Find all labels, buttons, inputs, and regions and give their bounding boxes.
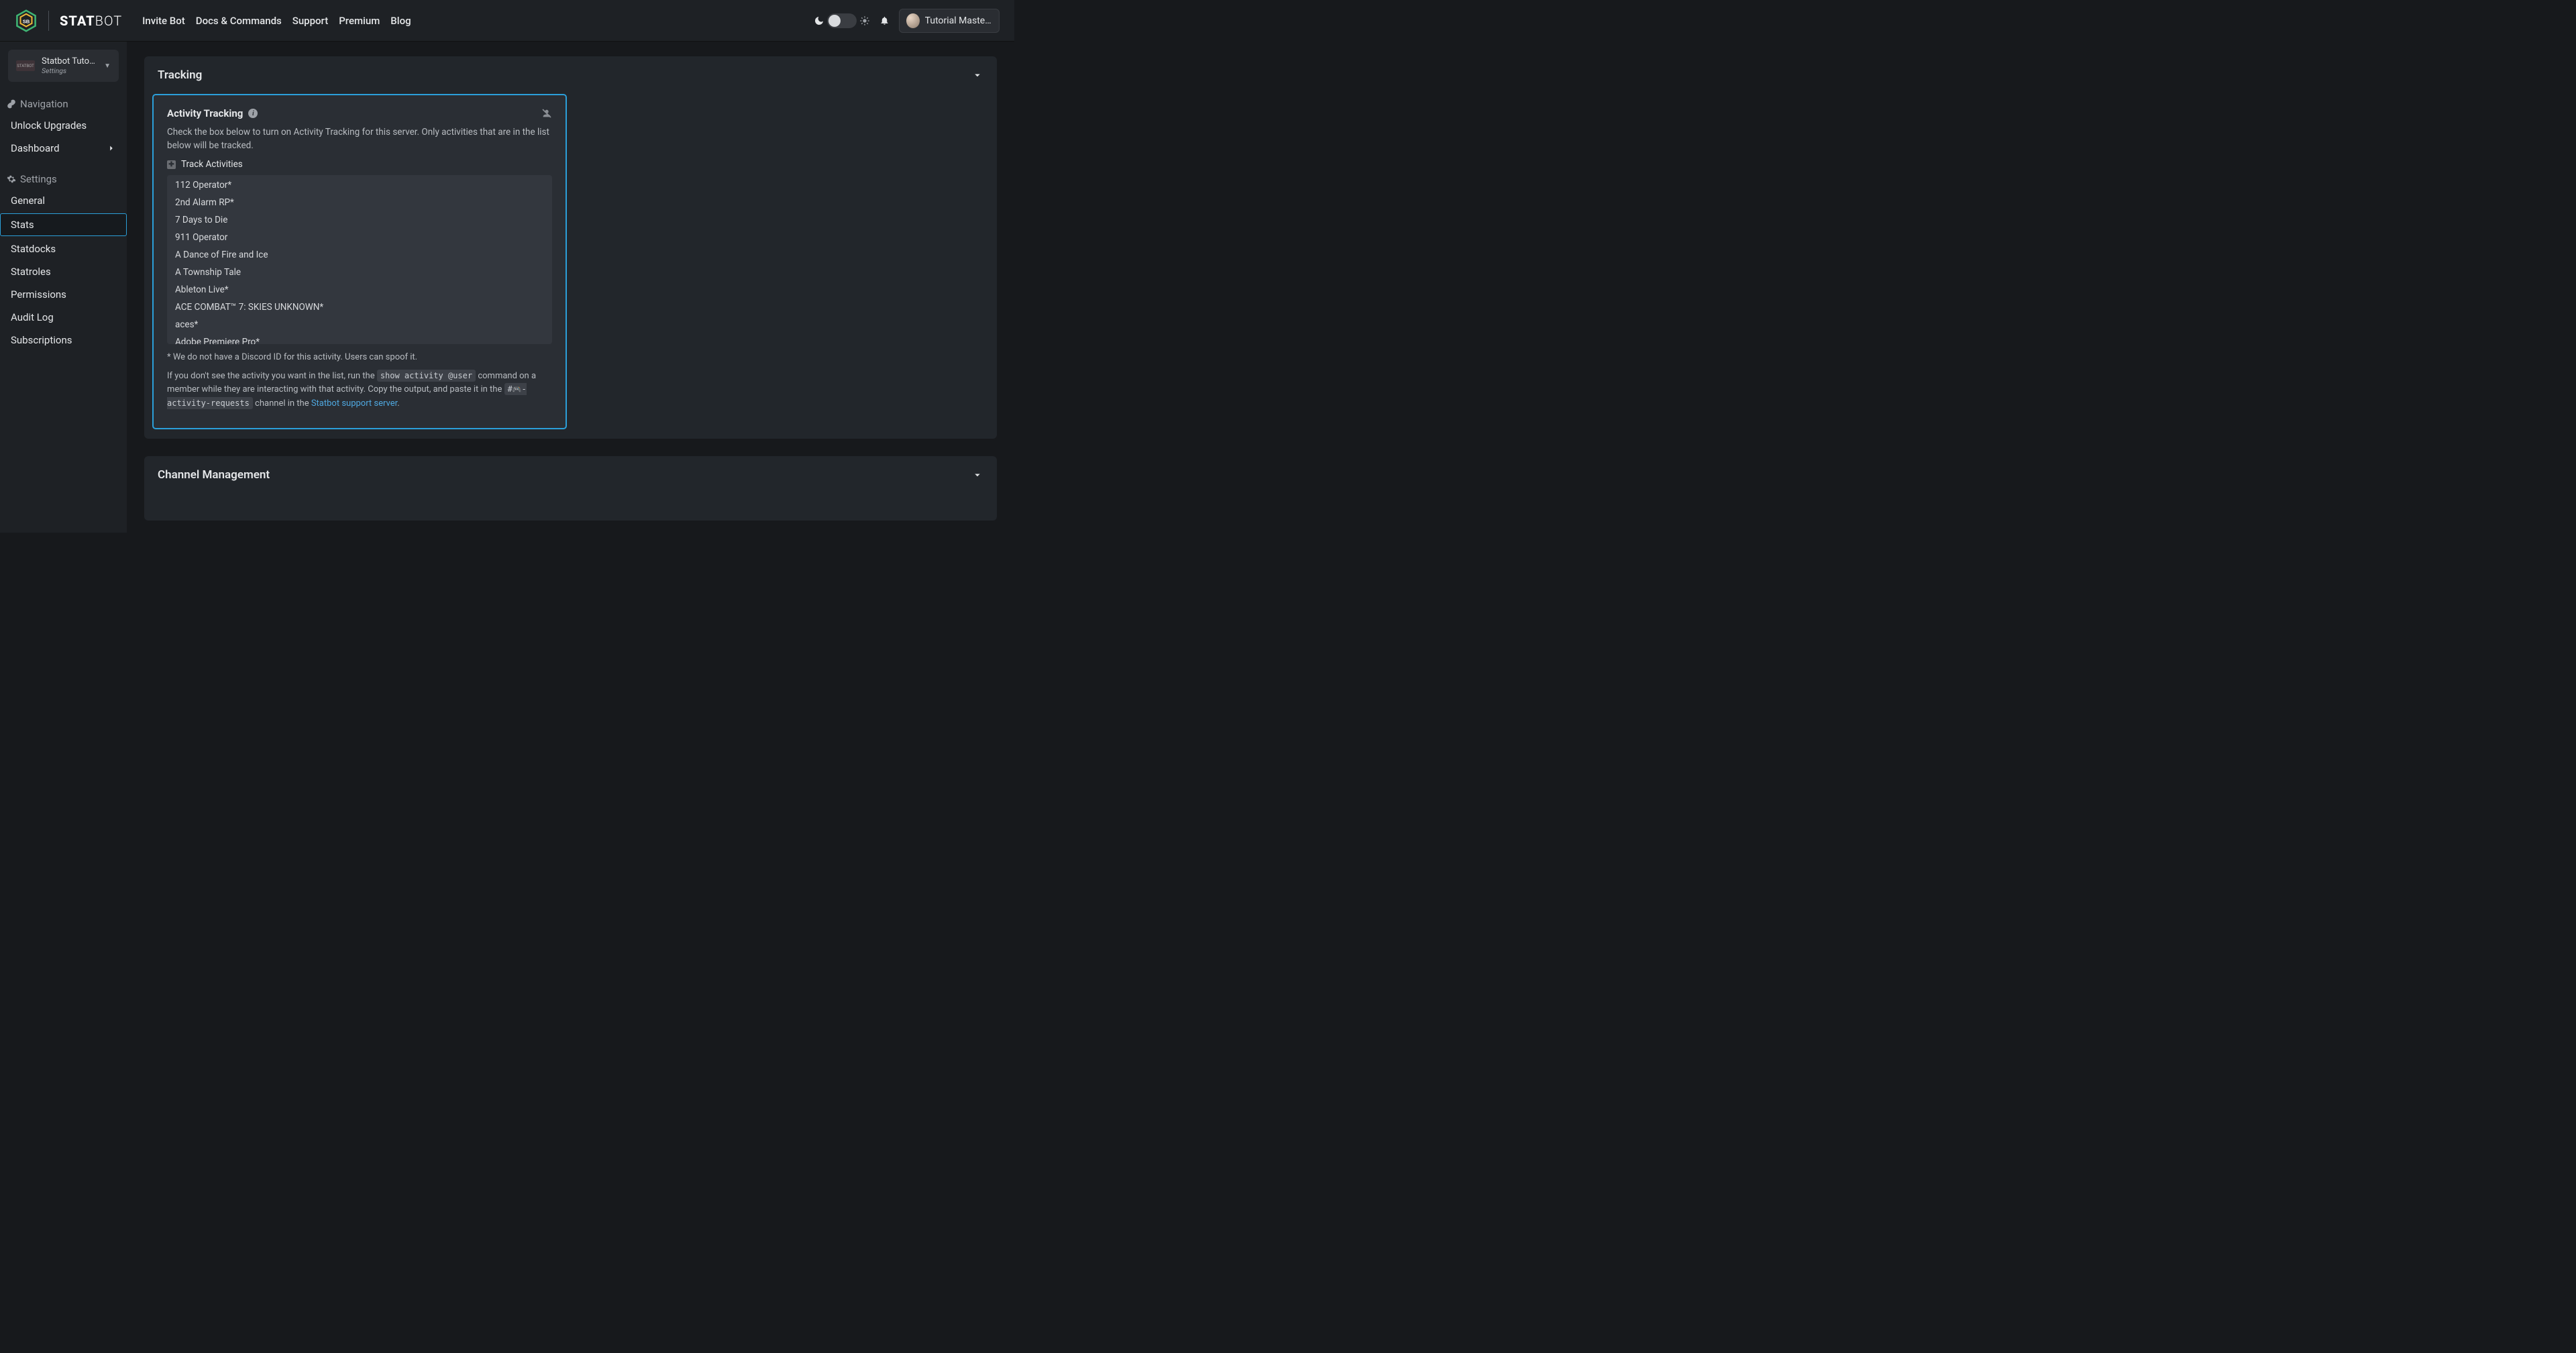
panel-title: Tracking bbox=[158, 68, 202, 82]
nav-invite[interactable]: Invite Bot bbox=[142, 15, 185, 27]
activity-list-item[interactable]: Ableton Live* bbox=[167, 281, 552, 299]
sidebar-item-label: Stats bbox=[11, 219, 34, 231]
code-show-activity: show activity @user bbox=[377, 370, 476, 382]
brand-bot: BOT bbox=[95, 13, 123, 29]
sidebar-settings-item[interactable]: Stats bbox=[0, 213, 127, 236]
activity-list-item[interactable]: aces* bbox=[167, 316, 552, 333]
nav-section-header: Navigation bbox=[0, 94, 127, 114]
logo-hex-icon: SB bbox=[15, 9, 38, 32]
help-text: If you don't see the activity you want i… bbox=[167, 370, 552, 410]
svg-text:SB: SB bbox=[23, 18, 30, 24]
spoof-footnote: * We do not have a Discord ID for this a… bbox=[167, 351, 552, 364]
sidebar-item-label: Statroles bbox=[11, 266, 51, 278]
gear-icon bbox=[7, 174, 16, 184]
support-server-link[interactable]: Statbot support server bbox=[311, 398, 397, 409]
sidebar: STATBOT Statbot Tutorials Settings ▼ Nav… bbox=[0, 42, 127, 533]
sidebar-item-label: Audit Log bbox=[11, 311, 54, 323]
activity-list[interactable]: 112 Operator*2nd Alarm RP*7 Days to Die9… bbox=[167, 175, 552, 344]
channel-management-panel: Channel Management bbox=[144, 456, 997, 521]
info-icon[interactable]: i bbox=[248, 109, 258, 118]
sidebar-settings-item[interactable]: Statdocks bbox=[0, 237, 127, 260]
activity-list-item[interactable]: Adobe Premiere Pro* bbox=[167, 333, 552, 344]
card-title: Activity Tracking i bbox=[167, 107, 258, 119]
activity-tracking-card: Activity Tracking i Check the box below … bbox=[152, 94, 567, 429]
avatar bbox=[906, 13, 920, 28]
activity-list-item[interactable]: 112 Operator* bbox=[167, 176, 552, 194]
sidebar-settings-item[interactable]: Statroles bbox=[0, 260, 127, 283]
activity-list-item[interactable]: 2nd Alarm RP* bbox=[167, 194, 552, 211]
server-name: Statbot Tutorials bbox=[42, 56, 97, 67]
card-description: Check the box below to turn on Activity … bbox=[167, 126, 552, 152]
sidebar-nav-item[interactable]: Dashboard bbox=[0, 137, 127, 160]
sidebar-item-label: Dashboard bbox=[11, 142, 60, 154]
chevron-down-icon bbox=[971, 69, 983, 81]
nav-support[interactable]: Support bbox=[292, 15, 328, 27]
top-nav: SB STAT BOT Invite Bot Docs & Commands S… bbox=[0, 0, 1014, 42]
chevron-down-icon bbox=[971, 469, 983, 481]
activity-list-item[interactable]: ACE COMBAT™ 7: SKIES UNKNOWN* bbox=[167, 299, 552, 316]
sidebar-item-label: Statdocks bbox=[11, 243, 56, 255]
track-activities-checkbox[interactable]: ✚ Track Activities bbox=[167, 159, 552, 170]
brand-logo[interactable]: SB STAT BOT bbox=[15, 9, 122, 32]
chevron-right-icon bbox=[107, 144, 116, 153]
server-selector[interactable]: STATBOT Statbot Tutorials Settings ▼ bbox=[8, 50, 119, 82]
sidebar-settings-item[interactable]: Audit Log bbox=[0, 306, 127, 329]
tracking-panel: Tracking Activity Tracking i Check the b… bbox=[144, 56, 997, 439]
sidebar-item-label: Subscriptions bbox=[11, 334, 72, 346]
activity-list-item[interactable]: A Dance of Fire and Ice bbox=[167, 246, 552, 264]
top-nav-links: Invite Bot Docs & Commands Support Premi… bbox=[142, 15, 411, 27]
sidebar-item-label: Permissions bbox=[11, 288, 66, 301]
channel-mgmt-panel-header[interactable]: Channel Management bbox=[144, 456, 997, 494]
nav-premium[interactable]: Premium bbox=[339, 15, 380, 27]
settings-section-header: Settings bbox=[0, 169, 127, 189]
activity-list-item[interactable]: A Township Tale bbox=[167, 264, 552, 281]
main-content: Tracking Activity Tracking i Check the b… bbox=[127, 42, 1014, 533]
sidebar-settings-item[interactable]: Permissions bbox=[0, 283, 127, 306]
sidebar-settings-item[interactable]: Subscriptions bbox=[0, 329, 127, 351]
user-menu[interactable]: Tutorial Master#… bbox=[899, 9, 1000, 33]
sidebar-nav-item[interactable]: Unlock Upgrades bbox=[0, 114, 127, 137]
sidebar-item-label: Unlock Upgrades bbox=[11, 119, 87, 131]
server-logo-icon: STATBOT bbox=[16, 60, 35, 71]
user-slash-icon[interactable] bbox=[541, 108, 552, 119]
checkbox-icon: ✚ bbox=[167, 160, 176, 169]
caret-down-icon: ▼ bbox=[104, 62, 111, 70]
server-sub: Settings bbox=[42, 67, 97, 76]
user-name: Tutorial Master#… bbox=[925, 15, 992, 26]
activity-list-item[interactable]: 911 Operator bbox=[167, 229, 552, 246]
nav-blog[interactable]: Blog bbox=[390, 15, 411, 27]
nav-docs[interactable]: Docs & Commands bbox=[196, 15, 282, 27]
sidebar-item-label: General bbox=[11, 195, 45, 207]
panel-title: Channel Management bbox=[158, 468, 270, 482]
activity-list-item[interactable]: 7 Days to Die bbox=[167, 211, 552, 229]
link-icon bbox=[7, 99, 16, 109]
theme-toggle[interactable] bbox=[814, 13, 870, 28]
tracking-panel-header[interactable]: Tracking bbox=[144, 56, 997, 94]
sun-icon bbox=[859, 15, 870, 26]
brand-stat: STAT bbox=[60, 13, 95, 29]
notifications-icon[interactable] bbox=[879, 15, 890, 25]
moon-icon bbox=[814, 15, 824, 26]
sidebar-settings-item[interactable]: General bbox=[0, 189, 127, 212]
